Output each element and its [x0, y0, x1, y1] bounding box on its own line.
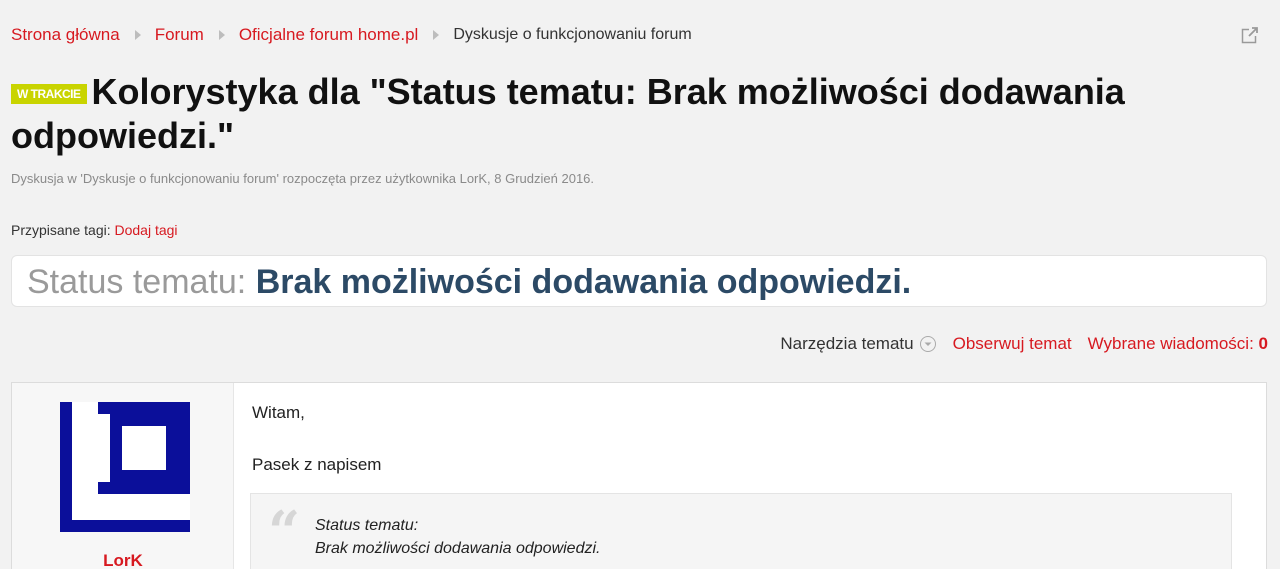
thread-title: Kolorystyka dla "Status tematu: Brak moż… [11, 71, 1125, 156]
chevron-right-icon [433, 30, 440, 40]
post-quote: “ Status tematu: Brak możliwości dodawan… [250, 493, 1232, 569]
quote-line: Status tematu: [315, 517, 419, 534]
thread-tools: Narzędzia tematu Obserwuj temat Wybrane … [780, 334, 1268, 354]
selected-messages-link[interactable]: Wybrane wiadomości: 0 [1088, 334, 1268, 354]
selected-messages-count: 0 [1258, 334, 1268, 353]
quote-text: Status tematu: Brak możliwości dodawania… [315, 514, 600, 560]
watch-thread-link[interactable]: Obserwuj temat [953, 334, 1072, 354]
post: LorK Witam, Pasek z napisem “ Status tem… [11, 382, 1267, 569]
breadcrumb-official-forum[interactable]: Oficjalne forum home.pl [239, 25, 419, 45]
post-line: Witam, [252, 403, 305, 422]
post-content: Witam, Pasek z napisem [252, 403, 381, 475]
thread-tools-menu[interactable]: Narzędzia tematu [780, 334, 936, 354]
tags-label: Przypisane tagi: [11, 222, 111, 238]
post-username[interactable]: LorK [12, 551, 234, 569]
breadcrumb-current: Dyskusje o funkcjonowaniu forum [453, 26, 692, 43]
circle-chevron-down-icon [919, 336, 936, 352]
thread-tools-label: Narzędzia tematu [780, 334, 914, 353]
post-user-info: LorK [12, 383, 234, 569]
chevron-right-icon [218, 30, 225, 40]
tags-row: Przypisane tagi: Dodaj tagi [11, 222, 178, 238]
breadcrumb: Strona główna Forum Oficjalne forum home… [11, 23, 692, 47]
post-line: Pasek z napisem [252, 455, 382, 474]
status-value: Brak możliwości dodawania odpowiedzi. [255, 263, 912, 301]
selected-messages-label: Wybrane wiadomości: [1087, 334, 1254, 353]
quote-line: Brak możliwości dodawania odpowiedzi. [315, 540, 601, 557]
avatar[interactable] [60, 402, 190, 532]
page-title: W TRAKCIE Kolorystyka dla "Status tematu:… [11, 70, 1251, 158]
chevron-right-icon [134, 30, 141, 40]
thread-description: Dyskusja w 'Dyskusje o funkcjonowaniu fo… [11, 171, 595, 186]
add-tags-link[interactable]: Dodaj tagi [115, 222, 178, 238]
breadcrumb-forum[interactable]: Forum [155, 25, 204, 45]
status-badge[interactable]: W TRAKCIE [11, 84, 87, 104]
status-label: Status tematu: [27, 263, 247, 301]
breadcrumb-home[interactable]: Strona główna [11, 25, 120, 45]
quote-icon: “ [268, 499, 301, 565]
thread-status-box: Status tematu: Brak możliwości dodawania… [11, 255, 1267, 307]
popout-icon[interactable] [1241, 26, 1259, 44]
